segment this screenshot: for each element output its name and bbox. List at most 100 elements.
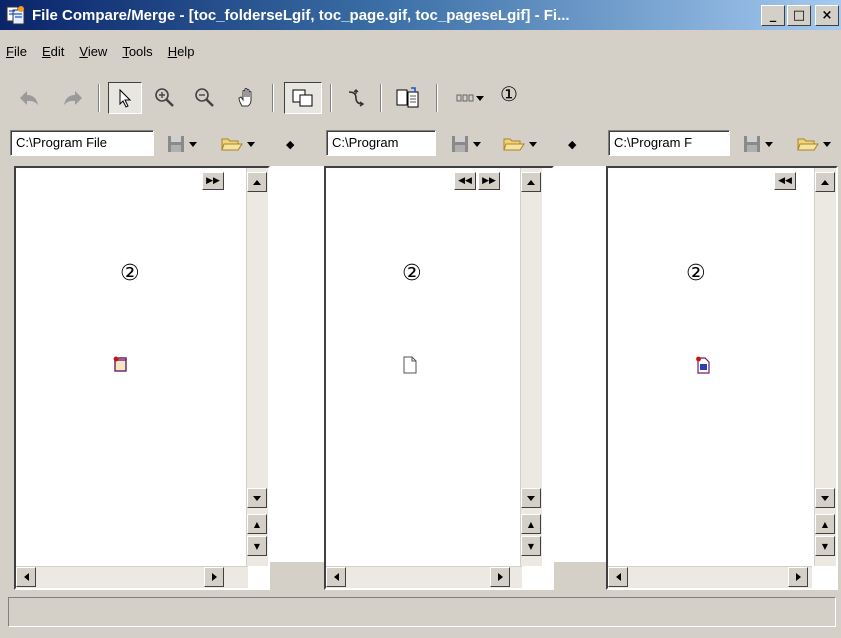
next-diff-button[interactable]: ▶▶ (478, 172, 500, 190)
callout-2: ② (120, 261, 140, 286)
open-dropdown-left[interactable] (220, 133, 255, 155)
arrow-right-icon (795, 573, 801, 581)
double-left-icon: ◀◀ (458, 176, 472, 186)
scroll-right-button[interactable] (490, 567, 510, 587)
page-file-icon (403, 356, 417, 374)
prev-diff-button[interactable]: ◀◀ (454, 172, 476, 190)
arrow-down-icon (821, 495, 829, 501)
redo-button[interactable] (58, 82, 88, 114)
arrow-up-icon (527, 179, 535, 185)
open-dropdown-middle[interactable] (502, 133, 537, 155)
arrow-up-icon (821, 179, 829, 185)
scroll-left-button[interactable] (608, 567, 628, 587)
vertical-scrollbar[interactable]: ▲ ▼ (246, 168, 268, 566)
scroll-up-button[interactable] (521, 172, 541, 192)
compare-pane-middle[interactable]: ◀◀ ▶▶ ▲ ▼ ② (324, 166, 554, 590)
double-up-icon: ▲ (821, 519, 829, 529)
zoom-in-button[interactable] (150, 82, 180, 114)
save-dropdown-middle[interactable] (450, 133, 481, 155)
merge-button[interactable] (340, 82, 372, 114)
scroll-right-button[interactable] (788, 567, 808, 587)
pan-hand-button[interactable] (230, 82, 264, 114)
pointer-icon (119, 88, 132, 108)
callout-2: ② (402, 261, 422, 286)
next-page-button[interactable]: ▼ (247, 536, 267, 556)
compare-pane-left[interactable]: ▶▶ ▲ ▼ ② (14, 166, 270, 590)
path-input-left[interactable]: C:\Program File (10, 130, 154, 156)
toolbar-separator (380, 84, 382, 112)
open-dropdown-right[interactable] (796, 133, 831, 155)
minimize-button[interactable]: _ (761, 5, 785, 26)
toolbar-overflow-icon (456, 94, 484, 102)
scroll-down-button[interactable] (247, 488, 267, 508)
horizontal-scrollbar[interactable] (16, 566, 248, 588)
document-arrow-icon (396, 87, 419, 108)
save-icon (168, 136, 184, 152)
arrow-left-icon (333, 573, 339, 581)
sync-scroll-icon[interactable]: ◆ (568, 138, 576, 151)
scroll-down-button[interactable] (521, 488, 541, 508)
save-dropdown-left[interactable] (166, 133, 197, 155)
next-diff-button[interactable]: ▶▶ (202, 172, 224, 190)
chevron-down-icon (765, 141, 773, 147)
toolbar-options-dropdown[interactable] (446, 82, 496, 114)
menu-edit[interactable]: Edit (42, 44, 64, 59)
zoom-in-icon (155, 88, 174, 107)
prev-page-button[interactable]: ▲ (521, 514, 541, 534)
prev-page-button[interactable]: ▲ (247, 514, 267, 534)
close-button[interactable]: × (815, 5, 839, 26)
copy-to-button[interactable] (390, 82, 426, 114)
menu-file[interactable]: File (6, 44, 27, 59)
scroll-up-button[interactable] (815, 172, 835, 192)
vertical-scrollbar[interactable]: ▲ ▼ (814, 168, 836, 566)
maximize-button[interactable]: □ (787, 5, 811, 26)
next-page-button[interactable]: ▼ (815, 536, 835, 556)
horizontal-scrollbar[interactable] (608, 566, 812, 588)
merge-arrows-icon (348, 89, 365, 107)
vertical-scrollbar[interactable]: ▲ ▼ (520, 168, 542, 566)
double-up-icon: ▲ (527, 519, 535, 529)
diff-gutter-left (270, 166, 324, 590)
double-down-icon: ▼ (527, 541, 535, 551)
double-up-icon: ▲ (253, 519, 261, 529)
title-bar[interactable]: File Compare/Merge - [toc_folderseLgif, … (0, 0, 841, 30)
redo-icon (64, 91, 82, 105)
path-input-middle[interactable]: C:\Program (326, 130, 436, 156)
prev-page-button[interactable]: ▲ (815, 514, 835, 534)
menu-help[interactable]: Help (168, 44, 195, 59)
toolbar-separator (272, 84, 274, 112)
path-bar: C:\Program File ◆ C:\Program ◆ C:\Progra… (0, 124, 841, 162)
gutter-canvas (554, 166, 606, 562)
zoom-out-button[interactable] (190, 82, 220, 114)
next-page-button[interactable]: ▼ (521, 536, 541, 556)
compare-pane-right[interactable]: ◀◀ ▲ ▼ ② (606, 166, 838, 590)
arrow-right-icon (211, 573, 217, 581)
scroll-left-button[interactable] (16, 567, 36, 587)
select-tool-button[interactable] (108, 82, 142, 114)
scroll-left-button[interactable] (326, 567, 346, 587)
menu-view[interactable]: View (79, 44, 107, 59)
double-left-icon: ◀◀ (778, 176, 792, 186)
undo-button[interactable] (14, 82, 44, 114)
folder-open-icon (503, 138, 525, 151)
scroll-up-button[interactable] (247, 172, 267, 192)
menu-tools[interactable]: Tools (122, 44, 152, 59)
prev-diff-button[interactable]: ◀◀ (774, 172, 796, 190)
double-down-icon: ▼ (821, 541, 829, 551)
zoom-out-icon (195, 88, 214, 107)
arrow-right-icon (497, 573, 503, 581)
toolbar-separator (436, 84, 438, 112)
path-input-right[interactable]: C:\Program F (608, 130, 730, 156)
toolbar-separator (330, 84, 332, 112)
save-dropdown-right[interactable] (742, 133, 773, 155)
status-bar (8, 597, 836, 627)
horizontal-scrollbar[interactable] (326, 566, 522, 588)
compare-view-button[interactable] (284, 82, 322, 114)
folder-open-icon (797, 138, 819, 151)
scroll-right-button[interactable] (204, 567, 224, 587)
scroll-down-button[interactable] (815, 488, 835, 508)
app-icon (6, 5, 26, 25)
folder-open-icon (221, 138, 243, 151)
sync-scroll-icon[interactable]: ◆ (286, 138, 294, 151)
double-down-icon: ▼ (253, 541, 261, 551)
